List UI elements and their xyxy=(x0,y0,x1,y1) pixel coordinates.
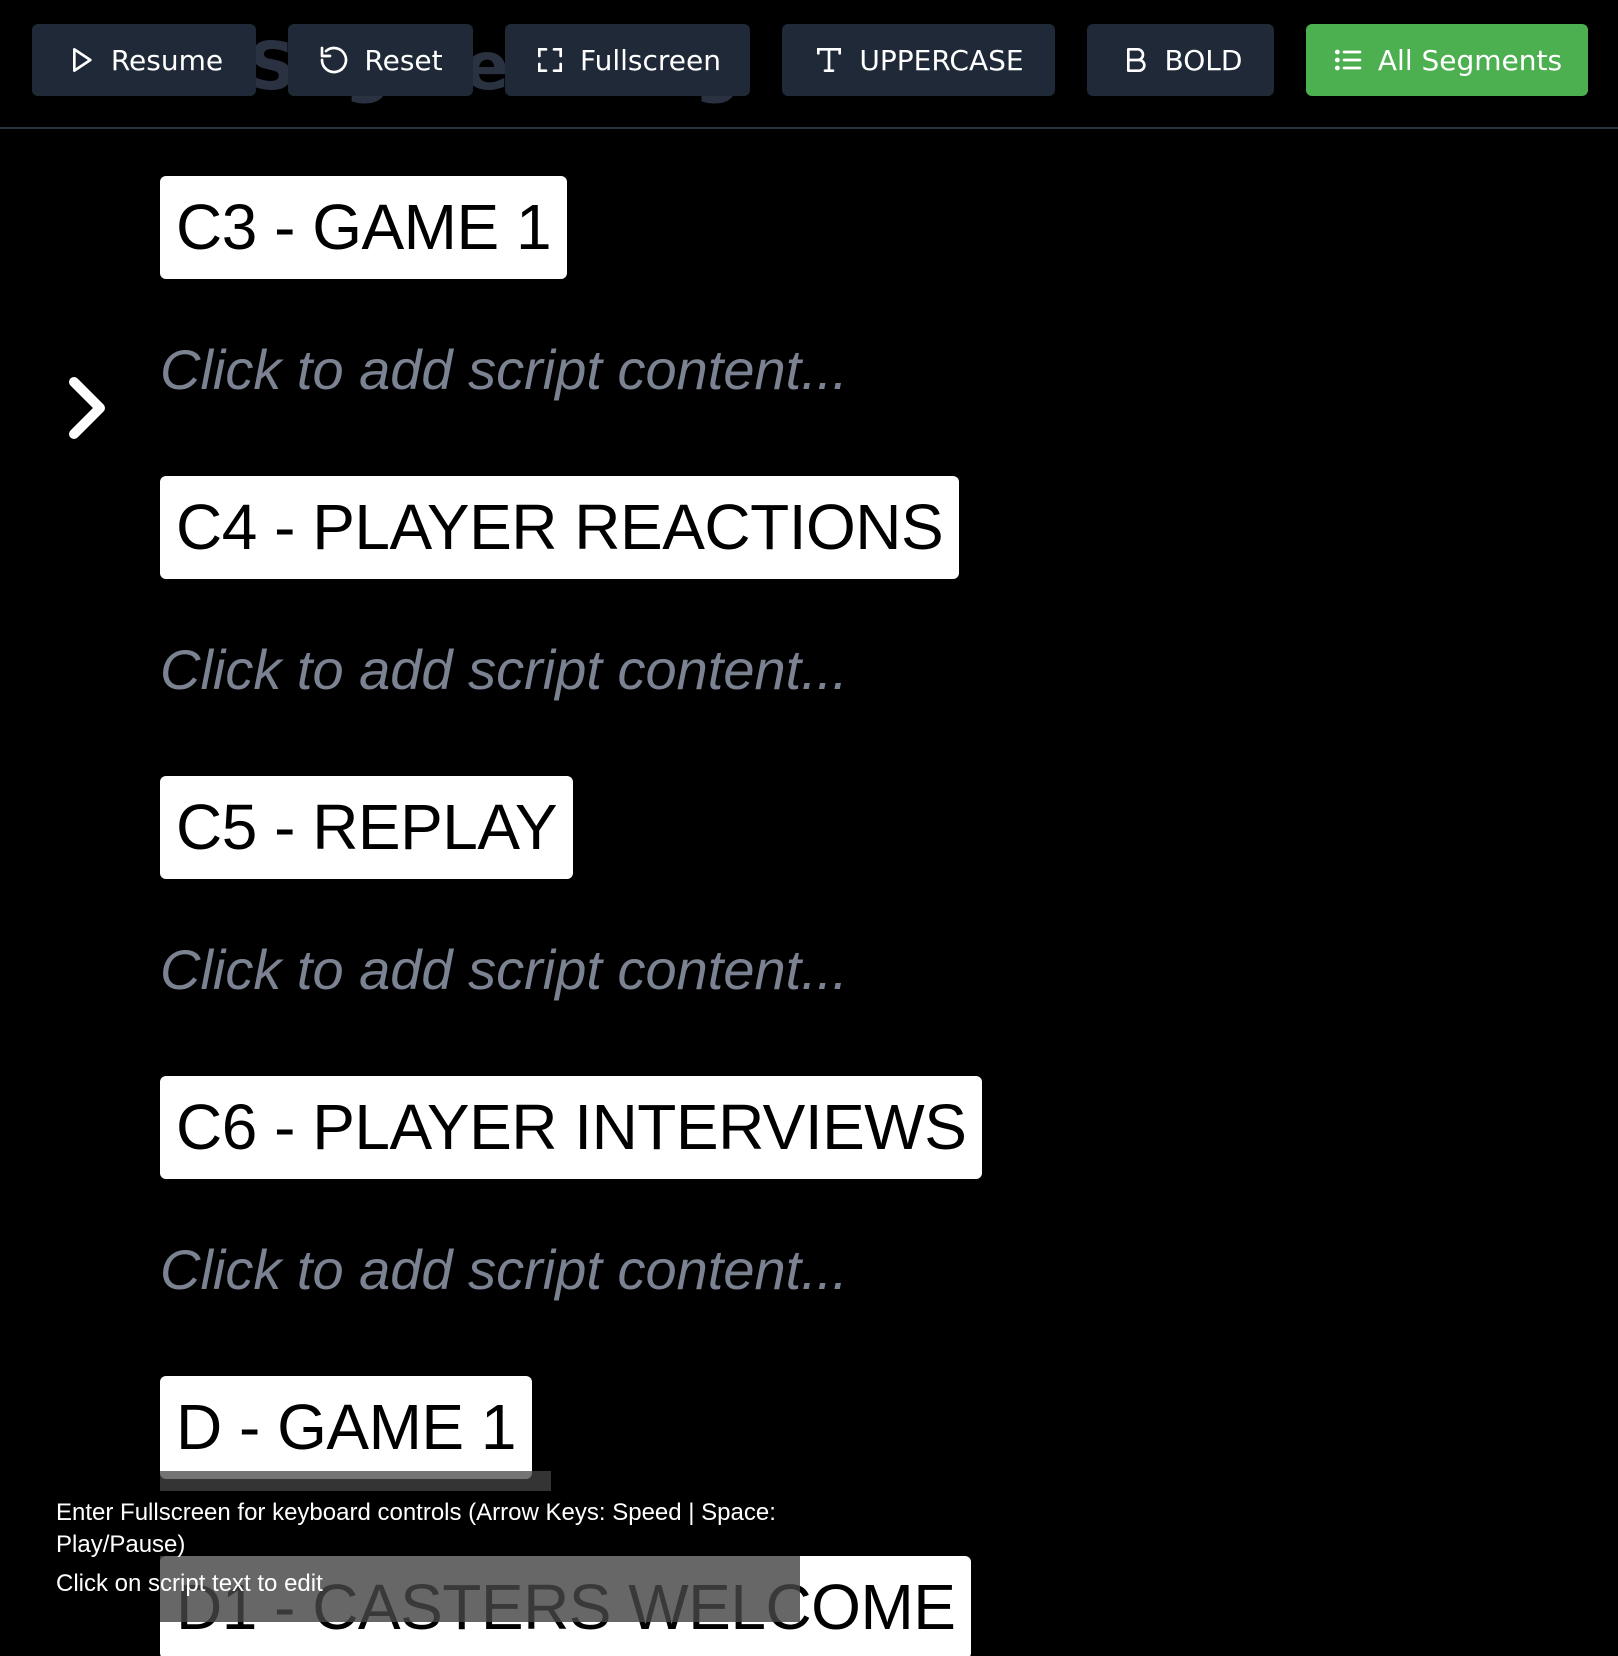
segment: C3 - GAME 1 Click to add script content.… xyxy=(160,176,1560,476)
bold-button[interactable]: BOLD xyxy=(1087,24,1274,96)
toolbar: Segment Ing Resume Reset Fullscreen UPPE… xyxy=(0,0,1618,129)
uppercase-label: UPPERCASE xyxy=(859,43,1024,77)
segment-title[interactable]: C3 - GAME 1 xyxy=(160,176,568,279)
list-icon xyxy=(1334,49,1362,71)
segment-body[interactable]: Click to add script content... xyxy=(160,879,1560,1076)
resume-button[interactable]: Resume xyxy=(32,24,256,96)
reset-button[interactable]: Reset xyxy=(288,24,473,96)
segment-body[interactable]: Click to add script content... xyxy=(160,579,1560,776)
segment: C6 - PLAYER INTERVIEWS Click to add scri… xyxy=(160,1076,1560,1376)
all-segments-label: All Segments xyxy=(1377,43,1563,77)
bold-label: BOLD xyxy=(1164,43,1243,77)
segment-title[interactable]: D - GAME 1 xyxy=(160,1376,532,1479)
keyboard-help-text: Enter Fullscreen for keyboard controls (… xyxy=(56,1499,776,1558)
bold-icon xyxy=(1126,48,1146,72)
fullscreen-button[interactable]: Fullscreen xyxy=(505,24,750,96)
fullscreen-label: Fullscreen xyxy=(580,43,721,77)
help-overlay-backdrop xyxy=(160,1471,551,1491)
resume-label: Resume xyxy=(110,43,224,77)
segment: C4 - PLAYER REACTIONS Click to add scrip… xyxy=(160,476,1560,776)
segment-title[interactable]: C4 - PLAYER REACTIONS xyxy=(160,476,960,579)
segment: C5 - REPLAY Click to add script content.… xyxy=(160,776,1560,1076)
type-icon xyxy=(817,48,842,72)
uppercase-button[interactable]: UPPERCASE xyxy=(782,24,1055,96)
segment-title[interactable]: C5 - REPLAY xyxy=(160,776,573,879)
script-content: C3 - GAME 1 Click to add script content.… xyxy=(160,176,1560,1656)
segment-title[interactable]: C6 - PLAYER INTERVIEWS xyxy=(160,1076,983,1179)
all-segments-button[interactable]: All Segments xyxy=(1306,24,1588,96)
reset-label: Reset xyxy=(364,43,443,77)
chevron-right-icon xyxy=(69,377,105,439)
segment-body[interactable]: Click to add script content... xyxy=(160,279,1560,476)
fullscreen-icon xyxy=(538,48,563,72)
play-icon xyxy=(72,48,92,72)
edit-help-text: Click on script text to edit xyxy=(56,1570,323,1597)
segment-body[interactable]: Click to add script content... xyxy=(160,1179,1560,1376)
rotate-ccw-icon xyxy=(321,46,348,74)
teleprompter-page: Segment Ing Resume Reset Fullscreen UPPE… xyxy=(0,0,1618,1656)
